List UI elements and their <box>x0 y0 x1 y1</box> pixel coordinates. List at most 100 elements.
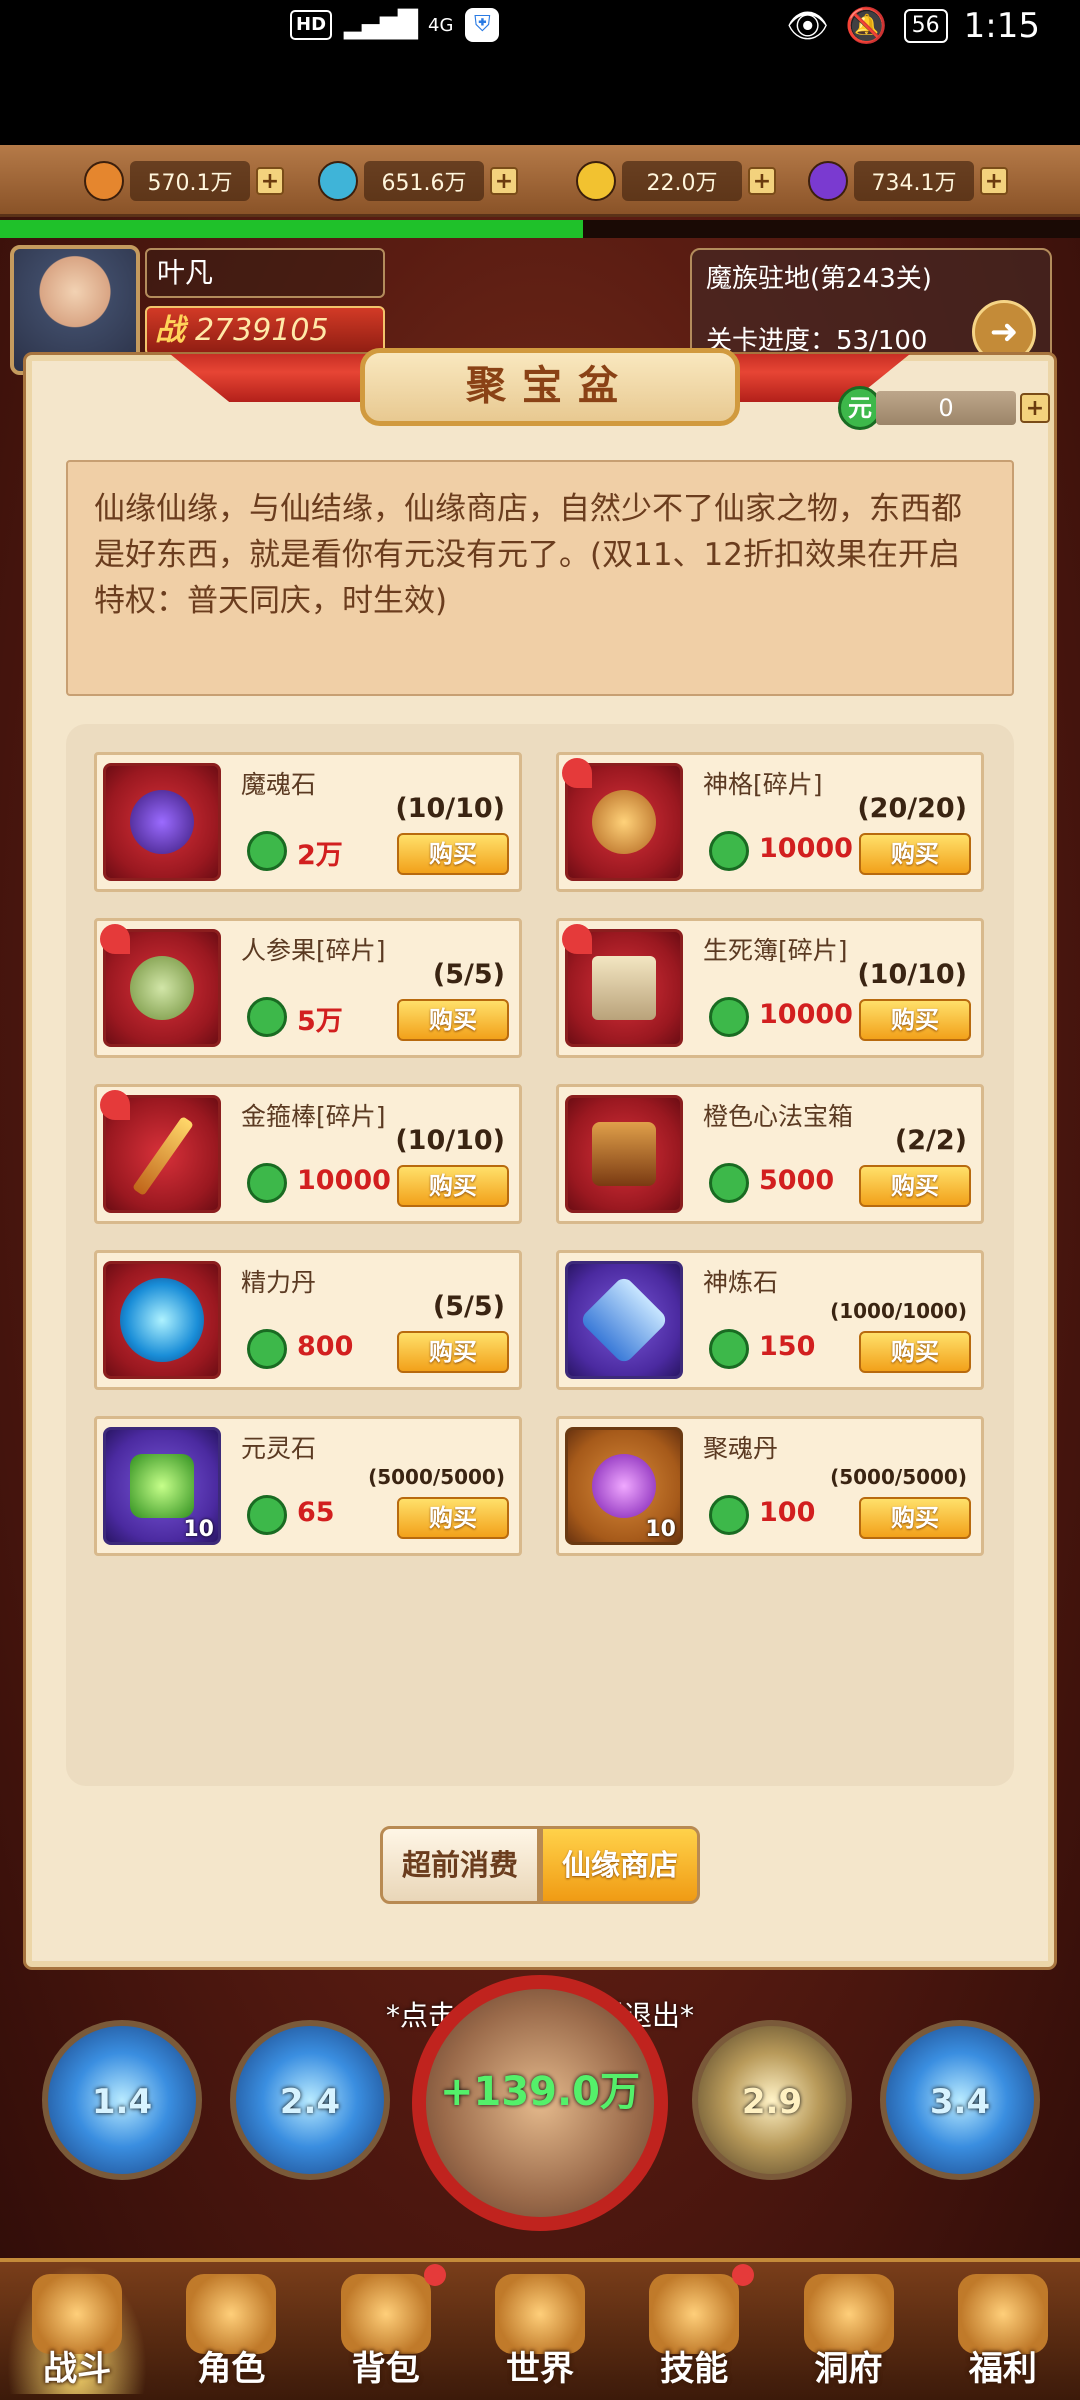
yuan-coin-icon <box>709 831 749 871</box>
item-name: 精力丹 <box>241 1268 317 1297</box>
nav-battle[interactable]: 战斗 <box>7 2264 148 2394</box>
energy-pill-icon[interactable] <box>103 1261 221 1379</box>
signal-icon: ▂▄▆█ <box>344 10 418 40</box>
add-currency-button[interactable]: + <box>256 167 284 195</box>
item-cost: 800 <box>297 1331 354 1362</box>
power-value: 2739105 <box>195 313 329 348</box>
mute-bell-icon: 🔕 <box>845 6 888 46</box>
item-cost: 2万 <box>297 840 343 871</box>
shop-item: 神格[碎片] (20/20) 10000 购买 <box>556 752 984 892</box>
divine-fragment-icon[interactable] <box>562 758 683 881</box>
shop-item: 神炼石 (1000/1000) 150 购买 <box>556 1250 984 1390</box>
shop-item: 魔魂石 (10/10) 2万 购买 <box>94 752 522 892</box>
status-right: 👁 🔕 56 1:15 <box>786 6 1040 46</box>
yuan-coin-icon <box>247 1495 287 1535</box>
currency-value: 22.0万 <box>622 161 742 201</box>
skill-cooldown: 1.4 <box>91 2082 153 2122</box>
item-name: 聚魂丹 <box>703 1434 779 1463</box>
item-limit: (1000/1000) <box>830 1299 967 1323</box>
item-name: 人参果[碎片] <box>241 936 386 965</box>
yuan-coin-icon <box>709 1329 749 1369</box>
spirit-stone-icon[interactable]: 10 <box>103 1427 221 1545</box>
skill-slot-4[interactable]: 3.4 <box>880 2020 1040 2180</box>
notification-dot <box>732 2264 755 2286</box>
currency-value: 651.6万 <box>364 161 484 201</box>
item-limit: (10/10) <box>395 1125 505 1156</box>
skill-cooldown: 2.4 <box>279 2082 341 2122</box>
stage-panel: 魔族驻地(第243关) 关卡进度：53/100 ➜ <box>690 248 1052 368</box>
yuan-coin-icon <box>247 997 287 1037</box>
item-limit: (5/5) <box>432 1291 505 1322</box>
refining-stone-icon[interactable] <box>565 1261 683 1379</box>
battery-icon: 56 <box>903 9 948 43</box>
stage-name: 魔族驻地(第243关) <box>706 264 932 294</box>
status-left: HD ▂▄▆█ 4G ⛨ <box>290 8 500 42</box>
yuan-coin-icon <box>247 1163 287 1203</box>
clock: 1:15 <box>963 6 1040 46</box>
item-cost: 5000 <box>759 1165 835 1196</box>
add-currency-button[interactable]: + <box>748 167 776 195</box>
currency-crystal: 651.6万 + <box>318 161 518 201</box>
item-limit: (10/10) <box>395 793 505 824</box>
ginseng-fruit-icon[interactable] <box>100 924 221 1047</box>
soul-stone-icon[interactable] <box>103 763 221 881</box>
item-cost: 65 <box>297 1497 335 1528</box>
buy-button[interactable]: 购买 <box>397 1331 509 1373</box>
tab-prepaid[interactable]: 超前消费 <box>380 1826 540 1904</box>
buy-button[interactable]: 购买 <box>859 1331 971 1373</box>
shop-item: 生死簿[碎片] (10/10) 10000 购买 <box>556 918 984 1058</box>
shop-tabs: 超前消费 仙缘商店 <box>380 1826 700 1904</box>
buy-button[interactable]: 购买 <box>397 833 509 875</box>
fragment-tag-icon <box>562 924 592 954</box>
item-cost: 150 <box>759 1331 816 1362</box>
power-label: 战 <box>155 313 185 348</box>
exp-progress-fill <box>0 220 584 238</box>
skill-slot-3[interactable]: 2.9 <box>692 2020 852 2180</box>
nav-welfare[interactable]: 福利 <box>933 2264 1073 2394</box>
tab-immortal-shop[interactable]: 仙缘商店 <box>540 1826 700 1904</box>
currency-purple-orb: 734.1万 + <box>808 161 1008 201</box>
currency-bar: 570.1万 + 651.6万 + 22.0万 + 734.1万 + <box>0 145 1080 217</box>
skill-slot-1[interactable]: 1.4 <box>42 2020 202 2180</box>
nav-world[interactable]: 世界 <box>470 2264 610 2394</box>
life-death-book-icon[interactable] <box>562 924 683 1047</box>
add-currency-button[interactable]: + <box>490 167 518 195</box>
meditation-skill[interactable]: +139.0万 <box>412 1975 668 2231</box>
add-currency-button[interactable]: + <box>980 167 1008 195</box>
treasure-chest-icon[interactable] <box>565 1095 683 1213</box>
status-bar: HD ▂▄▆█ 4G ⛨ 👁 🔕 56 1:15 <box>0 0 1080 145</box>
item-cost: 5万 <box>297 1006 343 1037</box>
soul-gathering-pill-icon[interactable]: 10 <box>565 1427 683 1545</box>
nav-cave[interactable]: 洞府 <box>779 2264 919 2394</box>
buy-button[interactable]: 购买 <box>859 999 971 1041</box>
item-cost: 10000 <box>759 833 853 864</box>
nav-bag[interactable]: 背包 <box>316 2264 456 2394</box>
skill-slot-2[interactable]: 2.4 <box>230 2020 390 2180</box>
shop-item: 10 元灵石 (5000/5000) 65 购买 <box>94 1416 522 1556</box>
item-name: 元灵石 <box>241 1434 317 1463</box>
buy-button[interactable]: 购买 <box>397 1497 509 1539</box>
add-yuan-button[interactable]: + <box>1020 393 1050 423</box>
item-limit: (2/2) <box>894 1125 967 1156</box>
item-name: 神炼石 <box>703 1268 779 1297</box>
buy-button[interactable]: 购买 <box>397 1165 509 1207</box>
shop-item: 橙色心法宝箱 (2/2) 5000 购买 <box>556 1084 984 1224</box>
buy-button[interactable]: 购买 <box>859 1497 971 1539</box>
nav-character[interactable]: 角色 <box>161 2264 301 2394</box>
yuan-balance: 元 0 + <box>838 386 1050 430</box>
golden-staff-icon[interactable] <box>100 1090 221 1213</box>
nav-skills[interactable]: 技能 <box>624 2264 764 2394</box>
buy-button[interactable]: 购买 <box>859 1165 971 1207</box>
currency-gold-ingot: 570.1万 + <box>84 161 284 201</box>
network-label: 4G <box>428 14 454 36</box>
shield-icon: ⛨ <box>465 8 500 42</box>
purple-orb-icon <box>808 161 848 201</box>
exp-progress-bar <box>0 220 1080 238</box>
buy-button[interactable]: 购买 <box>397 999 509 1041</box>
yuan-balance-value: 0 <box>876 391 1016 425</box>
yuan-coin-icon <box>709 1495 749 1535</box>
currency-gold-coin: 22.0万 + <box>576 161 776 201</box>
buy-button[interactable]: 购买 <box>859 833 971 875</box>
item-name: 橙色心法宝箱 <box>703 1102 854 1131</box>
item-name: 生死簿[碎片] <box>703 936 848 965</box>
